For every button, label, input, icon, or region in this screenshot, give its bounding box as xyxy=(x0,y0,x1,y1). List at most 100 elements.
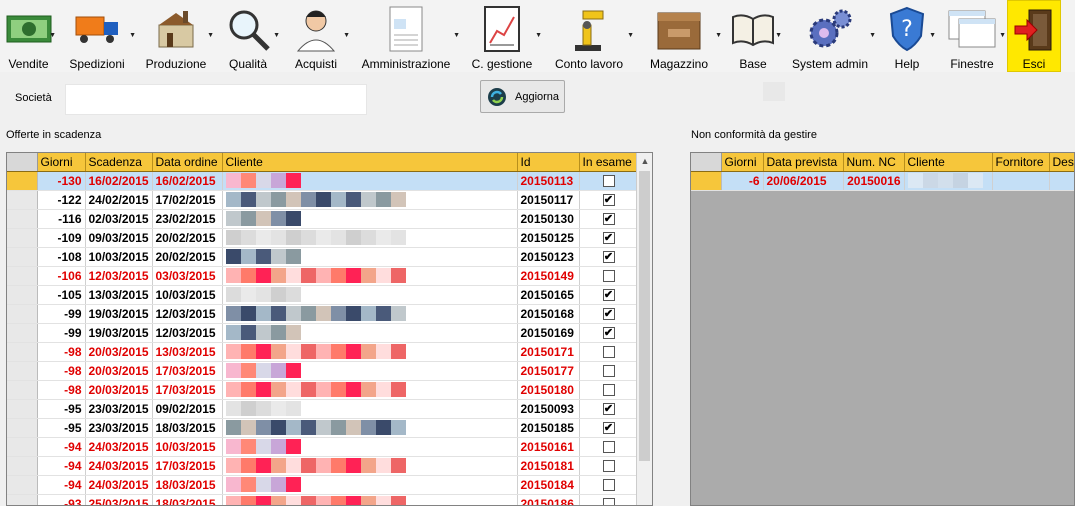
in-esame-checkbox[interactable] xyxy=(602,346,615,359)
column-header[interactable]: Data prevista xyxy=(763,153,844,172)
row-header[interactable] xyxy=(7,228,38,248)
toolbar-help-button[interactable]: ? Help ▼ xyxy=(877,0,937,72)
table-row[interactable]: -130 16/02/2015 16/02/2015 20150113 xyxy=(7,171,639,191)
in-esame-checkbox[interactable]: ✔ xyxy=(602,289,615,302)
row-header[interactable] xyxy=(7,380,38,400)
in-esame-checkbox[interactable]: ✔ xyxy=(602,251,615,264)
column-header[interactable]: Data ordine xyxy=(152,153,223,172)
table-row[interactable]: -98 20/03/2015 13/03/2015 20150171 xyxy=(7,342,639,362)
row-header[interactable] xyxy=(7,418,38,438)
toolbar-c-gestione-button[interactable]: C. gestione ▼ xyxy=(461,0,543,72)
dropdown-arrow-icon[interactable]: ▼ xyxy=(273,32,280,39)
row-header[interactable] xyxy=(7,399,38,419)
dropdown-arrow-icon[interactable]: ▼ xyxy=(775,32,782,39)
in-esame-checkbox[interactable] xyxy=(602,441,615,454)
row-header[interactable] xyxy=(7,342,38,362)
offerte-grid[interactable]: Giorni Scadenza Data ordine Cliente Id In esa… xyxy=(6,152,653,506)
grid-corner[interactable] xyxy=(691,153,722,172)
dropdown-arrow-icon[interactable]: ▼ xyxy=(535,32,542,39)
row-header[interactable] xyxy=(7,209,38,229)
in-esame-checkbox[interactable] xyxy=(602,270,615,283)
table-row[interactable]: -94 24/03/2015 10/03/2015 20150161 xyxy=(7,437,639,457)
toolbar-produzione-button[interactable]: Produzione ▼ xyxy=(137,0,215,72)
dropdown-arrow-icon[interactable]: ▼ xyxy=(129,32,136,39)
toolbar-esci-button[interactable]: Esci xyxy=(1007,0,1061,72)
dropdown-arrow-icon[interactable]: ▼ xyxy=(869,32,876,39)
table-row[interactable]: -122 24/02/2015 17/02/2015 20150117 ✔ xyxy=(7,190,639,210)
row-header[interactable] xyxy=(7,171,38,191)
in-esame-checkbox[interactable]: ✔ xyxy=(602,308,615,321)
table-row[interactable]: -108 10/03/2015 20/02/2015 20150123 ✔ xyxy=(7,247,639,267)
table-row[interactable]: -6 20/06/2015 20150016 xyxy=(691,171,1074,191)
toolbar-system-admin-button[interactable]: System admin ▼ xyxy=(783,0,877,72)
row-header[interactable] xyxy=(7,190,38,210)
column-header[interactable]: Fornitore xyxy=(992,153,1050,172)
row-header[interactable] xyxy=(7,361,38,381)
table-row[interactable]: -94 24/03/2015 18/03/2015 20150184 xyxy=(7,475,639,495)
in-esame-checkbox[interactable] xyxy=(602,365,615,378)
toolbar-qualit-button[interactable]: Qualità ▼ xyxy=(215,0,281,72)
dropdown-arrow-icon[interactable]: ▼ xyxy=(343,32,350,39)
row-header[interactable] xyxy=(7,247,38,267)
table-row[interactable]: -116 02/03/2015 23/02/2015 20150130 ✔ xyxy=(7,209,639,229)
in-esame-checkbox[interactable] xyxy=(602,175,615,188)
table-row[interactable]: -93 25/03/2015 18/03/2015 20150186 xyxy=(7,494,639,505)
grid-corner[interactable] xyxy=(7,153,38,172)
dropdown-arrow-icon[interactable]: ▼ xyxy=(627,32,634,39)
table-row[interactable]: -99 19/03/2015 12/03/2015 20150169 ✔ xyxy=(7,323,639,343)
column-header[interactable]: Desc xyxy=(1049,153,1074,172)
column-header[interactable]: Scadenza xyxy=(85,153,153,172)
in-esame-checkbox[interactable]: ✔ xyxy=(602,213,615,226)
dropdown-arrow-icon[interactable]: ▼ xyxy=(929,32,936,39)
in-esame-checkbox[interactable]: ✔ xyxy=(602,327,615,340)
toolbar-amministrazione-button[interactable]: Amministrazione ▼ xyxy=(351,0,461,72)
column-header[interactable]: Num. NC xyxy=(843,153,905,172)
column-header[interactable]: Giorni xyxy=(721,153,764,172)
in-esame-checkbox[interactable] xyxy=(602,479,615,492)
row-header[interactable] xyxy=(7,266,38,286)
toolbar-finestre-button[interactable]: Finestre ▼ xyxy=(937,0,1007,72)
in-esame-checkbox[interactable] xyxy=(602,460,615,473)
table-row[interactable]: -98 20/03/2015 17/03/2015 20150180 xyxy=(7,380,639,400)
scroll-thumb[interactable] xyxy=(639,171,650,461)
row-header[interactable] xyxy=(7,323,38,343)
column-header[interactable]: Cliente xyxy=(904,153,993,172)
in-esame-checkbox[interactable] xyxy=(602,384,615,397)
column-header[interactable]: Cliente xyxy=(222,153,518,172)
dropdown-arrow-icon[interactable]: ▼ xyxy=(49,32,56,39)
table-row[interactable]: -98 20/03/2015 17/03/2015 20150177 xyxy=(7,361,639,381)
row-header[interactable] xyxy=(691,171,722,191)
row-header[interactable] xyxy=(7,475,38,495)
dropdown-arrow-icon[interactable]: ▼ xyxy=(715,32,722,39)
dropdown-arrow-icon[interactable]: ▼ xyxy=(453,32,460,39)
aggiorna-button[interactable]: Aggiorna xyxy=(480,80,565,113)
table-row[interactable]: -109 09/03/2015 20/02/2015 20150125 ✔ xyxy=(7,228,639,248)
offerte-scrollbar[interactable]: ▲ xyxy=(636,153,652,505)
in-esame-checkbox[interactable]: ✔ xyxy=(602,232,615,245)
in-esame-checkbox[interactable]: ✔ xyxy=(602,194,615,207)
toolbar-magazzino-button[interactable]: Magazzino ▼ xyxy=(635,0,723,72)
table-row[interactable]: -95 23/03/2015 18/03/2015 20150185 ✔ xyxy=(7,418,639,438)
column-header[interactable]: Id xyxy=(517,153,580,172)
dropdown-arrow-icon[interactable]: ▼ xyxy=(999,32,1006,39)
toolbar-base-button[interactable]: Base ▼ xyxy=(723,0,783,72)
in-esame-checkbox[interactable] xyxy=(602,498,615,505)
societa-input[interactable] xyxy=(65,84,367,115)
row-header[interactable] xyxy=(7,456,38,476)
toolbar-spedizioni-button[interactable]: Spedizioni ▼ xyxy=(57,0,137,72)
table-row[interactable]: -106 12/03/2015 03/03/2015 20150149 xyxy=(7,266,639,286)
toolbar-acquisti-button[interactable]: Acquisti ▼ xyxy=(281,0,351,72)
column-header[interactable]: Giorni xyxy=(37,153,86,172)
toolbar-vendite-button[interactable]: Vendite ▼ xyxy=(0,0,57,72)
row-header[interactable] xyxy=(7,494,38,505)
scroll-up-icon[interactable]: ▲ xyxy=(637,153,652,170)
in-esame-checkbox[interactable]: ✔ xyxy=(602,422,615,435)
table-row[interactable]: -105 13/03/2015 10/03/2015 20150165 ✔ xyxy=(7,285,639,305)
nc-grid[interactable]: Giorni Data prevista Num. NC Cliente Fornito… xyxy=(690,152,1075,506)
row-header[interactable] xyxy=(7,285,38,305)
toolbar-conto-lavoro-button[interactable]: Conto lavoro ▼ xyxy=(543,0,635,72)
column-header[interactable]: In esame xyxy=(579,153,639,172)
in-esame-checkbox[interactable]: ✔ xyxy=(602,403,615,416)
row-header[interactable] xyxy=(7,304,38,324)
table-row[interactable]: -95 23/03/2015 09/02/2015 20150093 ✔ xyxy=(7,399,639,419)
